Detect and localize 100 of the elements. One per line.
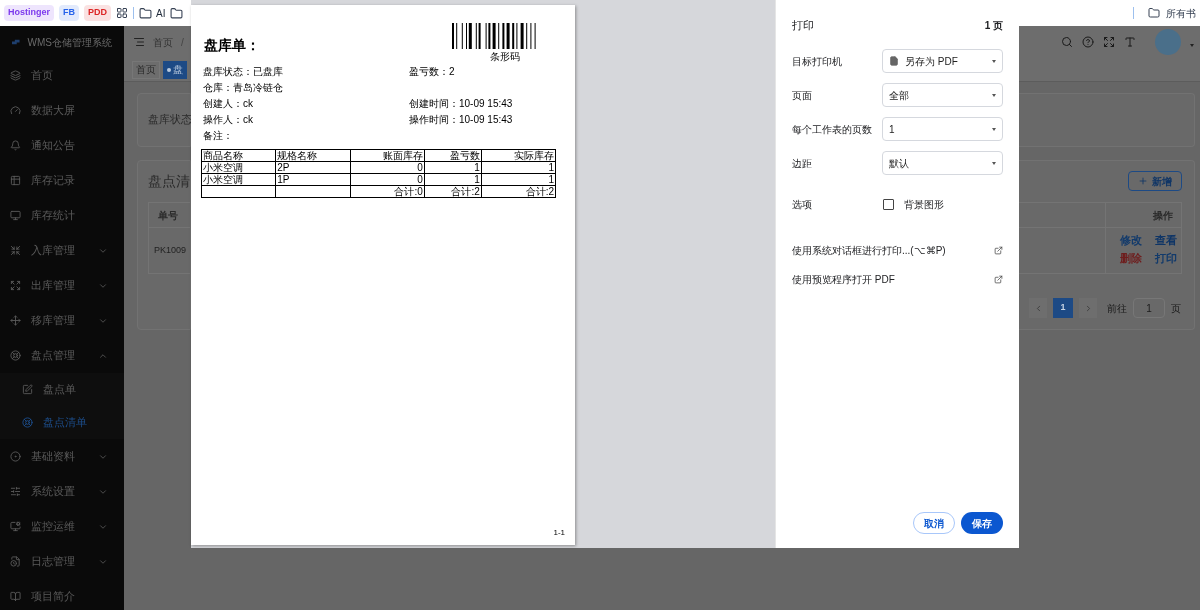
dropdown-caret xyxy=(992,161,996,165)
barcode-caption: 条形码 xyxy=(489,50,520,64)
document-field: 盘库状态：已盘库 xyxy=(203,63,409,79)
save-button[interactable]: 保存 xyxy=(961,512,1003,534)
page-number: 1-1 xyxy=(553,527,565,539)
setting-label: 边距 xyxy=(792,156,812,171)
sidebar-item[interactable]: 日志管理 xyxy=(0,544,124,579)
logo-icon xyxy=(12,37,20,47)
menu-icon xyxy=(10,521,21,532)
menu-icon xyxy=(10,280,21,291)
table-cell: 合计:0 xyxy=(350,185,425,198)
sidebar-item[interactable]: 入库管理 xyxy=(0,233,124,268)
menu-icon xyxy=(10,245,21,256)
menu-icon xyxy=(10,105,21,116)
goto-page-field[interactable]: 1 xyxy=(1133,298,1165,318)
select-field[interactable]: 1 xyxy=(882,117,1003,141)
add-button[interactable]: 新增 xyxy=(1128,171,1182,191)
page-tab[interactable]: 首页 xyxy=(132,60,160,79)
bookmark-folder[interactable]: AI xyxy=(156,5,166,21)
table-header: 账面库存 xyxy=(350,149,425,162)
select-field[interactable]: 另存为 PDF xyxy=(882,49,1003,73)
document-field: 盈亏数：2 xyxy=(409,63,455,79)
checkbox-label: 背景图形 xyxy=(904,198,944,212)
setting-label: 每个工作表的页数 xyxy=(792,122,872,137)
menu-icon xyxy=(10,486,21,497)
sidebar-item[interactable]: 移库管理 xyxy=(0,303,124,338)
table-cell: 小米空调 xyxy=(201,173,276,186)
setting-label: 页面 xyxy=(792,88,812,103)
sidebar-item[interactable]: 系统设置 xyxy=(0,474,124,509)
page-count: 1 页 xyxy=(984,18,1003,33)
all-bookmarks[interactable]: 所有书 xyxy=(1166,5,1196,21)
menu-icon xyxy=(10,140,21,151)
column-header: 操作 xyxy=(1153,208,1173,223)
menu-icon xyxy=(10,210,21,221)
submenu-item[interactable]: 盘点清单 xyxy=(0,406,124,439)
open-link[interactable]: 使用系统对话框进行打印...(⌥⌘P) xyxy=(792,242,1003,258)
sidebar-item[interactable]: 项目简介 xyxy=(0,579,124,610)
sidebar-item[interactable]: 库存统计 xyxy=(0,198,124,233)
open-link[interactable]: 使用预览程序打开 PDF xyxy=(792,271,1003,287)
background-graphics-checkbox[interactable] xyxy=(883,199,894,210)
table-cell: 1P xyxy=(275,173,350,186)
table-header: 规格名称 xyxy=(275,149,350,162)
action-link[interactable]: 删除 xyxy=(1120,252,1147,264)
document-field: 操作时间：10-09 15:43 xyxy=(409,111,513,127)
table-cell: 0 xyxy=(350,161,425,174)
external-link-icon xyxy=(994,245,1003,255)
document-field: 备注： xyxy=(203,127,409,143)
table-cell: 小米空调 xyxy=(201,161,276,174)
page-button[interactable]: 1 xyxy=(1053,298,1073,318)
document-field: 仓库：青岛冷链仓 xyxy=(203,79,409,95)
folder-icon[interactable] xyxy=(139,6,153,20)
breadcrumb-separator: / xyxy=(181,35,184,50)
table-cell: 1 xyxy=(481,173,556,186)
table-cell: 合计:2 xyxy=(424,185,482,198)
folder-icon[interactable] xyxy=(170,6,184,20)
select-field[interactable]: 全部 xyxy=(882,83,1003,107)
goto-label: 前往 xyxy=(1107,301,1127,316)
dropdown-caret xyxy=(992,93,996,97)
goto-suffix: 页 xyxy=(1171,301,1181,316)
bookmark-chip[interactable]: FB xyxy=(59,5,79,21)
fullscreen-icon[interactable] xyxy=(1103,36,1115,48)
menu-icon xyxy=(10,451,21,462)
sidebar-item[interactable]: 首页 xyxy=(0,58,124,93)
submenu-item[interactable]: 盘点单 xyxy=(0,373,124,406)
document-title: 盘库单： xyxy=(204,36,260,55)
plus-icon xyxy=(1138,176,1148,186)
page-tab[interactable]: 盘 xyxy=(163,60,187,79)
apps-icon[interactable] xyxy=(116,7,129,19)
bookmark-chip[interactable]: PDD xyxy=(84,5,112,21)
menu-icon xyxy=(10,591,21,602)
sidebar-item[interactable]: 库存记录 xyxy=(0,163,124,198)
file-icon xyxy=(889,56,899,66)
sidebar-item[interactable]: 监控运维 xyxy=(0,509,124,544)
table-cell: 2P xyxy=(275,161,350,174)
help-icon[interactable] xyxy=(1082,36,1094,48)
menu-icon xyxy=(10,556,21,567)
menu-toggle-icon[interactable] xyxy=(133,36,145,48)
sidebar-item[interactable]: 出库管理 xyxy=(0,268,124,303)
table-cell: 1 xyxy=(424,173,482,186)
sidebar-item[interactable]: 盘点管理 xyxy=(0,338,124,373)
card-title: 盘点清 xyxy=(148,172,190,191)
bookmark-chip[interactable]: Hostinger xyxy=(4,5,54,21)
table-cell: 0 xyxy=(350,173,425,186)
action-link[interactable]: 打印 xyxy=(1154,252,1181,264)
action-link[interactable]: 修改 xyxy=(1120,234,1147,246)
select-field[interactable]: 默认 xyxy=(882,151,1003,175)
table-cell: PK1009 xyxy=(154,245,187,255)
action-link[interactable]: 查看 xyxy=(1154,234,1181,246)
font-size-icon[interactable] xyxy=(1124,36,1136,48)
sidebar-item[interactable]: 通知公告 xyxy=(0,128,124,163)
edit-icon xyxy=(22,384,33,395)
dropdown-caret xyxy=(992,127,996,131)
sidebar-item[interactable]: 数据大屏 xyxy=(0,93,124,128)
search-icon[interactable] xyxy=(1061,36,1073,48)
sidebar-item[interactable]: 基础资料 xyxy=(0,439,124,474)
setting-label: 选项 xyxy=(792,198,813,212)
dialog-title: 打印 xyxy=(792,17,814,33)
dropdown-caret[interactable] xyxy=(1190,43,1194,47)
table-header: 商品名称 xyxy=(201,149,276,162)
table-cell: 合计:2 xyxy=(481,185,556,198)
